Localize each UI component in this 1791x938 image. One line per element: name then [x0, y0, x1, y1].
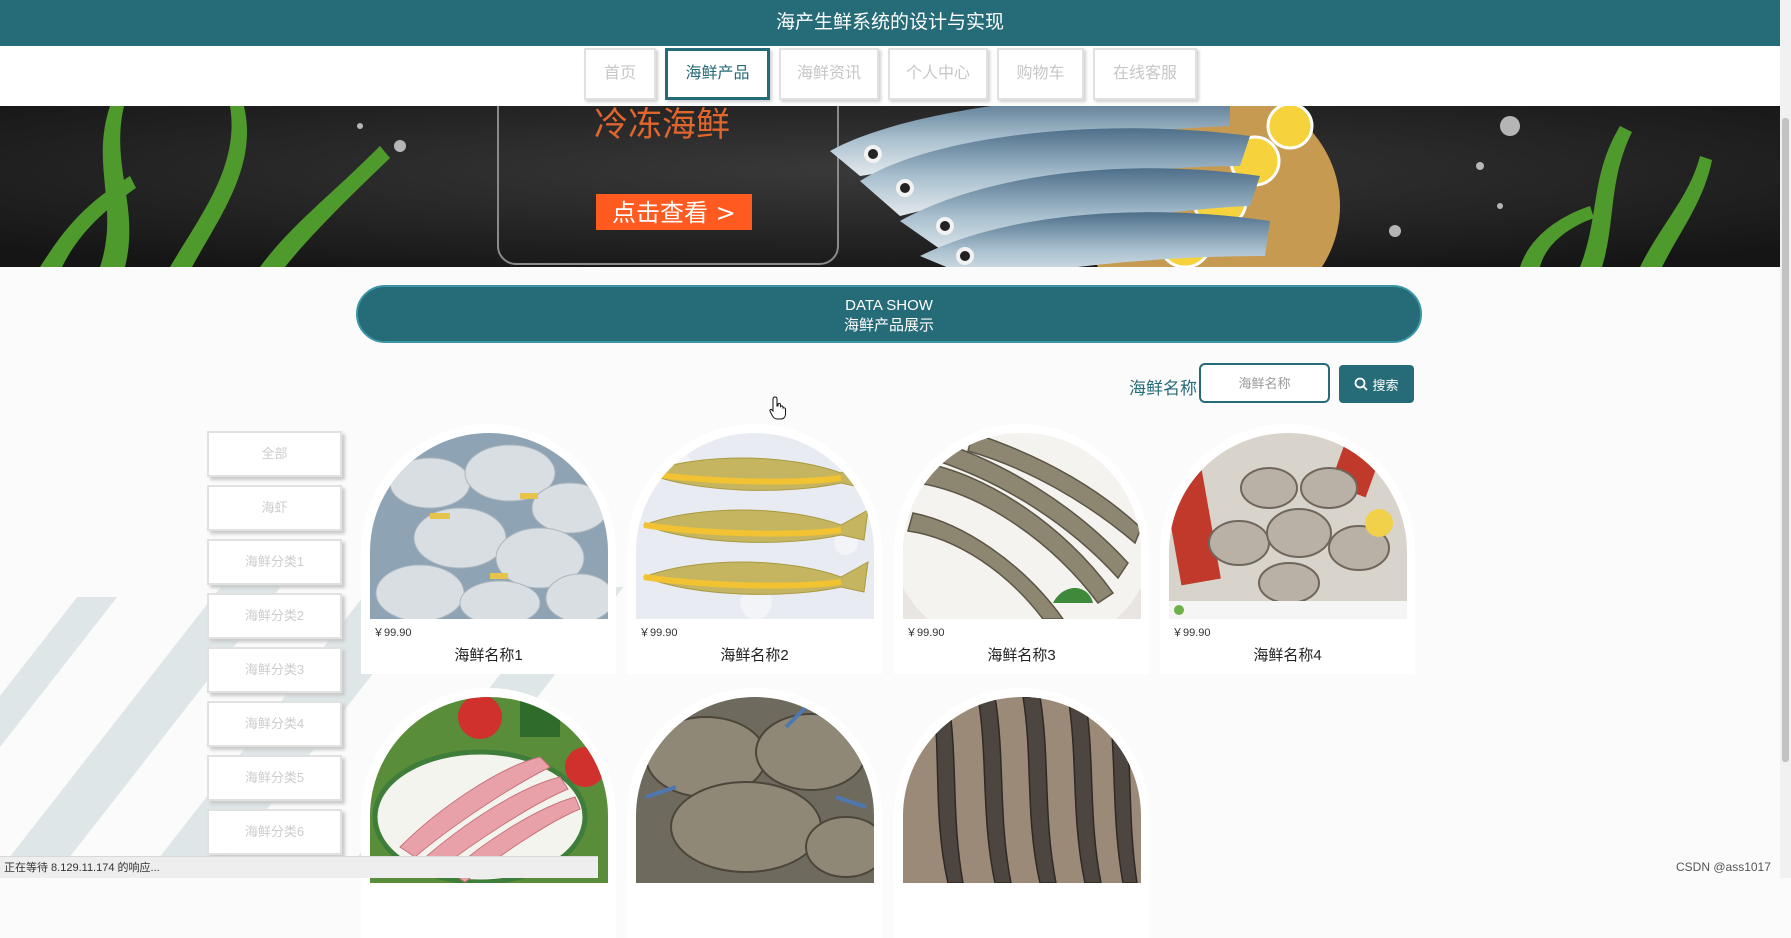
scrollbar-thumb[interactable]	[1782, 118, 1789, 762]
product-price: ￥99.90	[906, 627, 945, 639]
section-title-zh: 海鲜产品展示	[843, 317, 934, 334]
search-input[interactable]	[1199, 363, 1330, 403]
product-price: ￥99.90	[1172, 627, 1211, 639]
product-name[interactable]: 海鲜名称3	[894, 644, 1149, 665]
nav-customer-service[interactable]: 在线客服	[1093, 48, 1197, 100]
nav-menu: 首页 海鲜产品 海鲜资讯 个人中心 购物车 在线客服	[584, 48, 1197, 100]
watermark: CSDN @ass1017	[1676, 860, 1771, 874]
category-all[interactable]: 全部	[207, 431, 342, 477]
product-card[interactable]: ￥99.90 海鲜名称4	[1160, 424, 1415, 674]
product-name[interactable]: 海鲜名称2	[627, 644, 882, 665]
title-bar: 海产生鲜系统的设计与实现	[0, 0, 1780, 46]
browser-status-bar: 正在等待 8.129.11.174 的响应...	[0, 856, 598, 878]
search-label: 海鲜名称	[1129, 379, 1197, 398]
product-price: ￥99.90	[639, 627, 678, 639]
product-card[interactable]	[361, 688, 616, 938]
product-card[interactable]	[894, 688, 1149, 938]
status-text: 正在等待 8.129.11.174 的响应...	[4, 862, 160, 874]
banner-carousel[interactable]: 冷冻海鲜 点击查看 >	[0, 106, 1780, 267]
nav-seafood-news[interactable]: 海鲜资讯	[779, 48, 879, 100]
hand-cursor-icon	[769, 396, 786, 420]
nav-personal-center[interactable]: 个人中心	[888, 48, 988, 100]
nav-home[interactable]: 首页	[584, 48, 656, 100]
product-image[interactable]	[903, 697, 1141, 883]
category-4[interactable]: 海鲜分类4	[207, 701, 342, 747]
nav-cart[interactable]: 购物车	[997, 48, 1084, 100]
category-5[interactable]: 海鲜分类5	[207, 755, 342, 801]
search-button[interactable]: 搜索	[1339, 365, 1414, 403]
product-image[interactable]	[903, 433, 1141, 619]
section-title-en: DATA SHOW	[845, 297, 933, 314]
scrollbar[interactable]	[1780, 0, 1791, 878]
product-card[interactable]	[627, 688, 882, 938]
section-header: DATA SHOW 海鲜产品展示	[356, 285, 1422, 343]
banner-headline: 冷冻海鲜	[594, 106, 730, 145]
product-card[interactable]: ￥99.90 海鲜名称3	[894, 424, 1149, 674]
category-6[interactable]: 海鲜分类6	[207, 809, 342, 855]
product-image[interactable]	[1169, 433, 1407, 619]
category-3[interactable]: 海鲜分类3	[207, 647, 342, 693]
category-1[interactable]: 海鲜分类1	[207, 539, 342, 585]
product-price: ￥99.90	[373, 627, 412, 639]
category-2[interactable]: 海鲜分类2	[207, 593, 342, 639]
banner-cta-label: 点击查看 >	[612, 199, 736, 227]
product-card[interactable]: ￥99.90 海鲜名称2	[627, 424, 882, 674]
product-image[interactable]	[370, 433, 608, 619]
nav-bar: 首页 海鲜产品 海鲜资讯 个人中心 购物车 在线客服	[0, 46, 1780, 106]
search-icon	[1355, 377, 1369, 391]
product-card[interactable]: ￥99.90 海鲜名称1	[361, 424, 616, 674]
site-title: 海产生鲜系统的设计与实现	[775, 12, 1004, 33]
product-image[interactable]	[636, 697, 874, 883]
product-name[interactable]: 海鲜名称4	[1160, 644, 1415, 665]
product-image[interactable]	[636, 433, 874, 619]
nav-seafood-products[interactable]: 海鲜产品	[665, 48, 770, 100]
search-button-label: 搜索	[1372, 377, 1399, 393]
product-name[interactable]: 海鲜名称1	[361, 644, 616, 665]
banner-image: 冷冻海鲜 点击查看 >	[0, 106, 1780, 267]
category-shrimp[interactable]: 海虾	[207, 485, 342, 531]
category-list: 全部 海虾 海鲜分类1 海鲜分类2 海鲜分类3 海鲜分类4 海鲜分类5 海鲜分类…	[207, 431, 342, 863]
